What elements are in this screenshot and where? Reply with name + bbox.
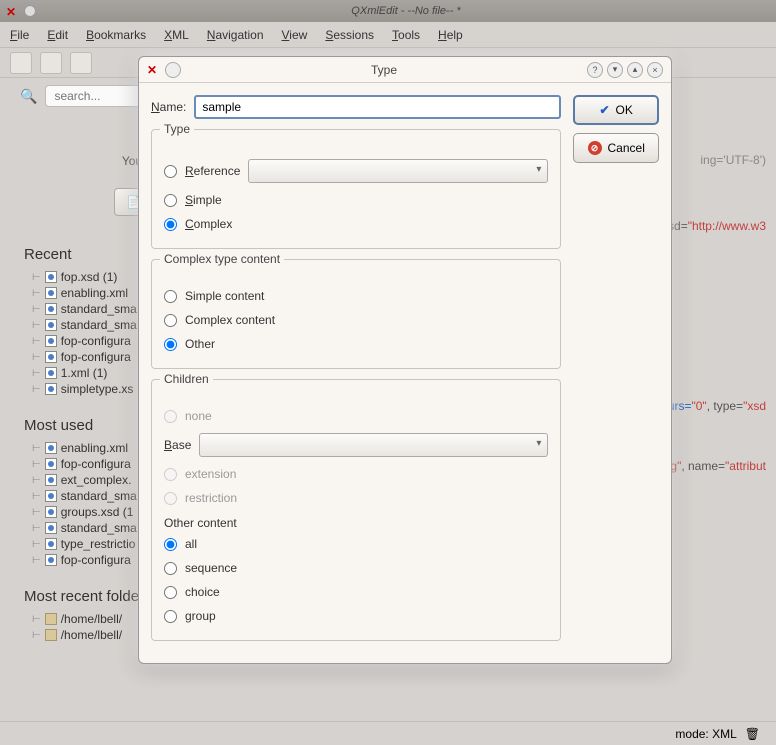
open-button[interactable] xyxy=(40,52,62,74)
file-icon xyxy=(45,490,57,502)
complex-content-radio[interactable] xyxy=(164,314,177,327)
file-icon xyxy=(45,474,57,486)
base-label: Base xyxy=(164,438,191,452)
file-icon xyxy=(45,319,57,331)
menu-tools[interactable]: Tools xyxy=(392,28,420,42)
cancel-icon: ⊘ xyxy=(588,141,602,155)
complex-radio[interactable] xyxy=(164,218,177,231)
file-icon xyxy=(45,522,57,534)
none-radio xyxy=(164,410,177,423)
extension-label: extension xyxy=(185,467,236,481)
sequence-label: sequence xyxy=(185,561,237,575)
all-label: all xyxy=(185,537,197,551)
name-input[interactable] xyxy=(194,95,561,119)
menu-sessions[interactable]: Sessions xyxy=(325,28,374,42)
ctc-legend: Complex type content xyxy=(160,252,284,266)
file-icon xyxy=(45,351,57,363)
menu-edit[interactable]: Edit xyxy=(47,28,68,42)
group-radio[interactable] xyxy=(164,610,177,623)
file-icon xyxy=(45,538,57,550)
reference-label: Reference xyxy=(185,164,240,178)
dialog-min-icon[interactable]: ▾ xyxy=(607,62,623,78)
status-mode: mode: XML xyxy=(675,727,736,741)
simple-radio[interactable] xyxy=(164,194,177,207)
cancel-button[interactable]: ⊘ Cancel xyxy=(573,133,659,163)
children-legend: Children xyxy=(160,372,213,386)
file-icon xyxy=(45,458,57,470)
restriction-label: restriction xyxy=(185,491,237,505)
group-label: group xyxy=(185,609,216,623)
file-icon xyxy=(45,442,57,454)
other-radio[interactable] xyxy=(164,338,177,351)
type-legend: Type xyxy=(160,122,194,136)
menubar: File Edit Bookmarks XML Navigation View … xyxy=(0,22,776,48)
dialog-x-icon[interactable]: × xyxy=(647,62,663,78)
sequence-radio[interactable] xyxy=(164,562,177,575)
type-dialog: ✕ Type ? ▾ ▴ × Name: Type Reference xyxy=(138,56,672,664)
choice-radio[interactable] xyxy=(164,586,177,599)
save-button[interactable] xyxy=(70,52,92,74)
folder-icon xyxy=(45,613,57,625)
file-icon xyxy=(45,287,57,299)
reference-radio[interactable] xyxy=(164,165,177,178)
name-label: Name: xyxy=(151,100,186,114)
file-icon xyxy=(45,271,57,283)
dialog-help-icon[interactable]: ? xyxy=(587,62,603,78)
file-icon xyxy=(45,335,57,347)
file-icon xyxy=(45,383,57,395)
base-combo[interactable] xyxy=(199,433,548,457)
ok-icon: ✔ xyxy=(599,103,609,117)
simple-content-radio[interactable] xyxy=(164,290,177,303)
simple-content-label: Simple content xyxy=(185,289,264,303)
folder-icon xyxy=(45,629,57,641)
other-label: Other xyxy=(185,337,215,351)
file-icon xyxy=(45,554,57,566)
none-label: none xyxy=(185,409,212,423)
file-icon xyxy=(45,367,57,379)
reference-combo[interactable] xyxy=(248,159,548,183)
window-control-icon[interactable] xyxy=(24,5,36,17)
menu-file[interactable]: File xyxy=(10,28,29,42)
xml-fragment: ing='UTF-8') sd="http://www.w3 curs="0",… xyxy=(661,110,766,516)
window-close-icon[interactable]: ✕ xyxy=(6,5,18,17)
status-icon: 🗑 xyxy=(745,727,760,741)
file-icon xyxy=(45,506,57,518)
window-title: QXmlEdit - --No file-- * xyxy=(42,5,770,17)
simple-label: Simple xyxy=(185,193,222,207)
dialog-close-icon[interactable]: ✕ xyxy=(147,63,161,77)
dialog-max-icon[interactable]: ▴ xyxy=(627,62,643,78)
ok-button[interactable]: ✔ OK xyxy=(573,95,659,125)
new-button[interactable] xyxy=(10,52,32,74)
other-content-label: Other content xyxy=(162,510,550,532)
complex-content-label: Complex content xyxy=(185,313,275,327)
menu-bookmarks[interactable]: Bookmarks xyxy=(86,28,146,42)
menu-view[interactable]: View xyxy=(282,28,308,42)
menu-xml[interactable]: XML xyxy=(164,28,189,42)
extension-radio xyxy=(164,468,177,481)
complex-label: Complex xyxy=(185,217,232,231)
choice-label: choice xyxy=(185,585,220,599)
restriction-radio xyxy=(164,492,177,505)
menu-navigation[interactable]: Navigation xyxy=(207,28,264,42)
dialog-title: Type xyxy=(181,63,587,77)
dialog-control-icon[interactable] xyxy=(165,62,181,78)
file-icon xyxy=(45,303,57,315)
all-radio[interactable] xyxy=(164,538,177,551)
menu-help[interactable]: Help xyxy=(438,28,463,42)
